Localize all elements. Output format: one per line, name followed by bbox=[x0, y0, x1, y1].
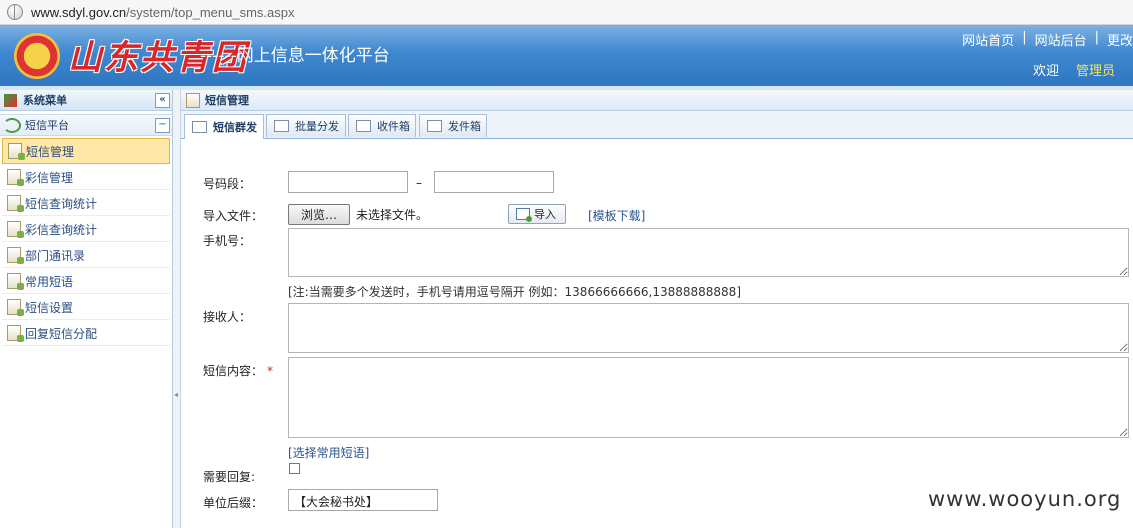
phone-label: 手机号： bbox=[203, 234, 252, 248]
import-button-label: 导入 bbox=[534, 208, 556, 221]
unit-suffix-label: 单位后缀： bbox=[203, 496, 264, 510]
document-icon bbox=[7, 195, 24, 212]
sidebar-item-list: 短信管理 彩信管理 短信查询统计 彩信查询统计 部门通讯录 常用短语 短信设置 … bbox=[0, 138, 172, 346]
main-panel-header: 短信管理 bbox=[181, 90, 1133, 111]
sidebar-item-mms-statistics[interactable]: 彩信查询统计 bbox=[2, 217, 170, 242]
sidebar-item-sms-settings[interactable]: 短信设置 bbox=[2, 295, 170, 320]
sidebar-item-sms-management[interactable]: 短信管理 bbox=[2, 138, 170, 164]
tab-label: 发件箱 bbox=[448, 120, 481, 133]
site-header: 山东共青团 ------网上信息一体化平台 网站首页 | 网站后台 | 更改 欢… bbox=[0, 25, 1133, 86]
sidebar-item-sms-statistics[interactable]: 短信查询统计 bbox=[2, 191, 170, 216]
sidebar-item-label: 彩信查询统计 bbox=[25, 222, 98, 237]
sidebar-item-label: 短信查询统计 bbox=[25, 196, 98, 211]
sidebar-item-reply-allocation[interactable]: 回复短信分配 bbox=[2, 321, 170, 346]
document-icon bbox=[186, 92, 200, 108]
list-icon bbox=[356, 120, 371, 132]
receiver-label: 接收人： bbox=[203, 310, 252, 324]
tab-batch-distribute[interactable]: 批量分发 bbox=[266, 114, 346, 137]
document-icon bbox=[7, 221, 24, 238]
sms-content-textarea[interactable] bbox=[288, 357, 1129, 438]
sidebar-item-department-contacts[interactable]: 部门通讯录 bbox=[2, 243, 170, 268]
url-text[interactable]: www.sdyl.gov.cn/system/top_menu_sms.aspx bbox=[31, 5, 295, 20]
import-button[interactable]: 导入 bbox=[508, 204, 566, 224]
need-reply-checkbox[interactable] bbox=[289, 463, 300, 474]
welcome-text: 欢迎 bbox=[1033, 64, 1060, 79]
select-common-phrase-link[interactable]: [选择常用短语] bbox=[288, 444, 369, 461]
template-download-link[interactable]: [模板下载] bbox=[588, 207, 645, 224]
list-icon bbox=[274, 120, 289, 132]
splitter-arrow-icon: ◂ bbox=[174, 390, 179, 399]
receiver-textarea[interactable] bbox=[288, 303, 1129, 353]
phone-note: [注:当需要多个发送时，手机号请用逗号隔开 例如：13866666666,138… bbox=[288, 285, 742, 299]
range-start-input[interactable] bbox=[288, 171, 408, 193]
url-path: /system/top_menu_sms.aspx bbox=[126, 4, 295, 20]
list-icon bbox=[427, 120, 442, 132]
import-icon bbox=[516, 208, 532, 222]
sidebar-title: 系统菜单 bbox=[23, 94, 67, 107]
document-icon bbox=[7, 247, 24, 264]
document-icon bbox=[8, 143, 25, 160]
number-range-label: 号码段： bbox=[203, 177, 252, 191]
nav-link-home[interactable]: 网站首页 bbox=[962, 30, 1014, 49]
sidebar-item-label: 回复短信分配 bbox=[25, 326, 98, 341]
collapse-sidebar-button[interactable]: « bbox=[155, 92, 170, 108]
sidebar-group-sms-platform[interactable]: 短信平台 − bbox=[0, 114, 172, 136]
browse-button[interactable]: 浏览… bbox=[288, 204, 350, 225]
need-reply-label: 需要回复: bbox=[203, 470, 256, 484]
group-toggle-button[interactable]: − bbox=[155, 117, 170, 133]
list-icon bbox=[192, 121, 207, 133]
document-icon bbox=[7, 325, 24, 342]
tab-inbox[interactable]: 收件箱 bbox=[348, 114, 416, 137]
sidebar-item-label: 短信管理 bbox=[26, 144, 75, 159]
phone-textarea[interactable] bbox=[288, 228, 1129, 277]
league-emblem-icon bbox=[14, 33, 60, 79]
sidebar-item-label: 部门通讯录 bbox=[25, 248, 86, 263]
sidebar-item-mms-management[interactable]: 彩信管理 bbox=[2, 165, 170, 190]
sidebar-item-common-phrases[interactable]: 常用短语 bbox=[2, 269, 170, 294]
import-file-label: 导入文件： bbox=[203, 209, 264, 223]
sidebar-item-label: 短信设置 bbox=[25, 300, 74, 315]
watermark-text: www.wooyun.org bbox=[928, 487, 1122, 511]
tab-bar: 短信群发 批量分发 收件箱 发件箱 bbox=[181, 111, 1133, 139]
sidebar: 系统菜单 « 短信平台 − 短信管理 彩信管理 短信查询统计 彩信查询统计 部门… bbox=[0, 90, 173, 528]
refresh-icon bbox=[3, 117, 21, 133]
range-end-input[interactable] bbox=[434, 171, 554, 193]
nav-link-backend[interactable]: 网站后台 bbox=[1035, 30, 1087, 49]
document-icon bbox=[7, 273, 24, 290]
nav-link-change[interactable]: 更改 bbox=[1107, 30, 1133, 49]
url-domain: www.sdyl.gov.cn bbox=[31, 4, 127, 20]
sidebar-item-label: 常用短语 bbox=[25, 274, 74, 289]
user-name: 管理员 bbox=[1076, 64, 1116, 79]
address-bar[interactable]: www.sdyl.gov.cn/system/top_menu_sms.aspx bbox=[0, 0, 1133, 25]
tab-outbox[interactable]: 发件箱 bbox=[419, 114, 487, 137]
top-nav: 网站首页 | 网站后台 | 更改 bbox=[962, 30, 1133, 49]
sidebar-header: 系统菜单 « bbox=[0, 90, 172, 111]
tab-label: 收件箱 bbox=[377, 120, 410, 133]
tab-bulk-send[interactable]: 短信群发 bbox=[184, 114, 264, 139]
sms-content-label: 短信内容： * bbox=[203, 362, 273, 379]
sidebar-group-label: 短信平台 bbox=[25, 119, 69, 132]
panel-splitter[interactable]: ◂ bbox=[173, 90, 181, 528]
no-file-text: 未选择文件。 bbox=[356, 208, 429, 222]
sms-content-label-text: 短信内容： bbox=[203, 364, 264, 378]
document-icon bbox=[7, 299, 24, 316]
tab-label: 批量分发 bbox=[295, 120, 339, 133]
unit-suffix-input[interactable]: 【大会秘书处】 bbox=[288, 489, 438, 511]
platform-title: ------网上信息一体化平台 bbox=[200, 46, 390, 66]
required-mark: * bbox=[267, 364, 274, 378]
document-icon bbox=[7, 169, 24, 186]
main-panel-title: 短信管理 bbox=[205, 94, 249, 107]
tab-label: 短信群发 bbox=[213, 121, 257, 134]
nav-separator: | bbox=[1094, 30, 1099, 45]
range-separator: – bbox=[416, 176, 422, 190]
globe-icon bbox=[7, 4, 23, 20]
menu-icon bbox=[4, 93, 17, 107]
sidebar-item-label: 彩信管理 bbox=[25, 170, 74, 185]
nav-separator: | bbox=[1022, 30, 1027, 45]
